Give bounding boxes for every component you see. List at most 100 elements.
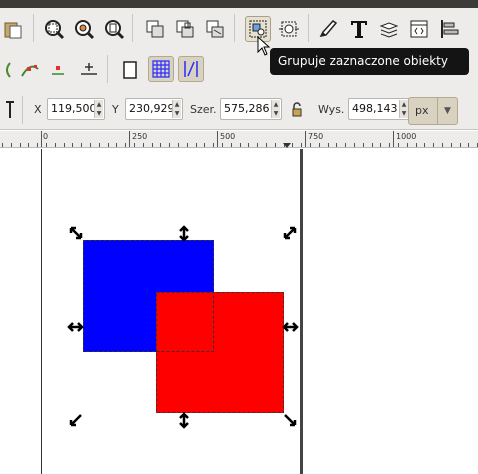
width-input[interactable]: 575,286 ▲ ▼ (220, 98, 282, 120)
ruler-major-tick (217, 131, 218, 147)
text-tool-icon[interactable] (346, 16, 372, 42)
y-input[interactable]: 230,929 ▲ ▼ (125, 98, 183, 120)
ruler-tick (319, 143, 320, 147)
y-label: Y (112, 103, 119, 116)
ruler-tick (72, 143, 73, 147)
y-value: 230,929 (129, 102, 175, 115)
ruler-tick (398, 143, 399, 147)
separator (33, 14, 34, 42)
ruler-major-tick (41, 131, 42, 147)
ruler-tick (152, 143, 153, 147)
ruler-tick (310, 143, 311, 147)
scale-handle-bottom-left[interactable] (69, 414, 82, 427)
guides-icon[interactable] (178, 56, 204, 82)
x-value: 119,500 (51, 102, 97, 115)
ruler-tick (160, 143, 161, 147)
window-top-strip (0, 0, 478, 8)
align-icon[interactable] (436, 16, 462, 42)
scale-handle-top-left[interactable] (69, 226, 83, 240)
ruler-tick (301, 143, 302, 147)
ruler-tick (416, 143, 417, 147)
drawing-canvas[interactable] (0, 149, 478, 474)
ruler-tick (380, 143, 381, 147)
selection-drawing[interactable] (0, 149, 478, 474)
zoom-page-icon[interactable] (101, 16, 127, 42)
horizontal-ruler[interactable]: 0 250 500 750 1000 (0, 131, 478, 148)
ruler-tick (345, 143, 346, 147)
zoom-drawing-icon[interactable] (71, 16, 97, 42)
unit-select[interactable]: px ▼ (408, 97, 458, 125)
unlink-clone-icon[interactable] (202, 16, 228, 42)
ruler-tick (108, 143, 109, 147)
ruler-tick (116, 143, 117, 147)
document-properties-icon[interactable] (406, 16, 432, 42)
grid-icon[interactable] (148, 56, 174, 82)
ruler-tick (169, 143, 170, 147)
paste-icon[interactable] (0, 16, 26, 42)
unit-value: px (415, 104, 429, 117)
ruler-tick (292, 143, 293, 147)
scale-handle-top-right[interactable] (283, 226, 297, 240)
height-value: 498,143 (352, 102, 398, 115)
chevron-down-icon[interactable]: ▼ (437, 98, 457, 124)
ruler-tick (46, 143, 47, 147)
ruler-tick (407, 143, 408, 147)
scale-handle-bottom[interactable] (179, 412, 189, 429)
ruler-tick (248, 143, 249, 147)
height-input[interactable]: 498,143 ▲ ▼ (348, 98, 410, 120)
scale-handle-bottom-right[interactable] (284, 414, 297, 427)
clone-icon[interactable] (172, 16, 198, 42)
ruler-tick (257, 143, 258, 147)
duplicate-icon[interactable] (142, 16, 168, 42)
x-input[interactable]: 119,500 ▲ ▼ (47, 98, 105, 120)
scale-handle-left[interactable] (67, 322, 84, 332)
xml-editor-icon[interactable] (316, 16, 342, 42)
ruler-tick (196, 143, 197, 147)
ruler-tick (389, 143, 390, 147)
ruler-tick (11, 143, 12, 147)
ruler-label: 1000 (396, 132, 417, 141)
separator (107, 55, 108, 83)
height-stepper[interactable]: ▲ ▼ (399, 100, 408, 118)
ruler-tick (81, 143, 82, 147)
ruler-tick (213, 143, 214, 147)
ruler-tick (433, 143, 434, 147)
ruler-tick (275, 143, 276, 147)
ruler-tick (143, 143, 144, 147)
lock-icon[interactable] (284, 97, 310, 123)
x-stepper[interactable]: ▲ ▼ (94, 100, 103, 118)
ruler-tick (354, 143, 355, 147)
separator (308, 14, 309, 42)
ruler-major-tick (305, 131, 306, 147)
ruler-label: 250 (132, 132, 148, 141)
ruler-tick (204, 143, 205, 147)
ruler-tick (178, 143, 179, 147)
ruler-tick (20, 143, 21, 147)
snap-icon[interactable] (76, 57, 102, 83)
ruler-tick (222, 143, 223, 147)
bezier-tool-icon[interactable] (17, 57, 43, 83)
layers-icon[interactable] (376, 16, 402, 42)
ruler-major-tick (393, 131, 394, 147)
ruler-tick (266, 143, 267, 147)
ruler-tick (37, 143, 38, 147)
ruler-tick (240, 143, 241, 147)
width-stepper[interactable]: ▲ ▼ (271, 100, 280, 118)
ruler-tick (451, 143, 452, 147)
dot-icon[interactable] (45, 57, 71, 83)
zoom-selection-icon[interactable] (41, 16, 67, 42)
scale-handle-top[interactable] (179, 225, 189, 242)
ruler-tick (442, 143, 443, 147)
ruler-tick (90, 143, 91, 147)
ruler-tick (328, 143, 329, 147)
ruler-tick (2, 143, 3, 147)
red-rectangle[interactable] (156, 292, 284, 413)
scale-handle-right[interactable] (282, 322, 299, 332)
x-label: X (34, 103, 42, 116)
page-border-icon[interactable] (117, 57, 143, 83)
separator (132, 14, 133, 42)
y-stepper[interactable]: ▲ ▼ (172, 100, 181, 118)
ungroup-icon[interactable] (276, 16, 302, 42)
ruler-tick (460, 143, 461, 147)
height-label: Wys. (318, 103, 345, 116)
